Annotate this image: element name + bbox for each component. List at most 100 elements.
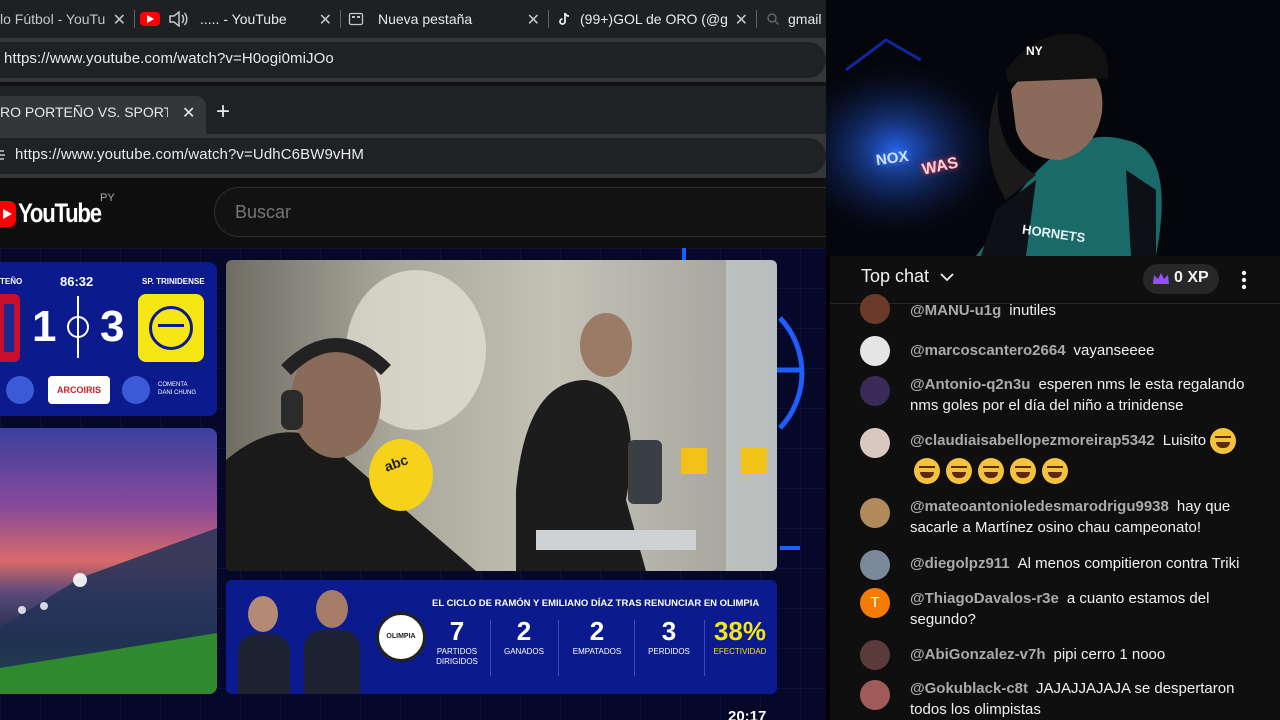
tab-youtube-audio[interactable]: ..... - YouTube ✕ — [136, 0, 340, 38]
olimpia-badge: OLIMPIA — [376, 612, 426, 662]
sponsor-logo: ARCOIRIS — [48, 376, 110, 404]
new-tab-button[interactable]: + — [216, 98, 230, 126]
stat-lost: 3 PERDIDOS — [640, 616, 698, 656]
chat-author[interactable]: @ThiagoDavalos-r3e — [910, 590, 1059, 607]
studio-camera-feed: abc — [226, 260, 777, 571]
chat-message: T @ThiagoDavalos-r3e a cuanto estamos del… — [830, 588, 1280, 634]
chat-message: @diegolpz911 Al menos compitieron contra … — [830, 550, 1280, 580]
video-player[interactable]: TEÑO 86:32 SP. TRINIDENSE 1 3 ARCOIRIS C… — [0, 248, 826, 720]
stats-panel: OLIMPIA EL CICLO DE RAMÓN Y EMILIANO DÍA… — [226, 580, 777, 694]
streamer-webcam: NOX WAS NY HORNETS — [826, 0, 1280, 256]
search-box[interactable] — [214, 187, 854, 237]
stat-value: 2 — [589, 616, 605, 646]
tab-match[interactable]: RO PORTEÑO VS. SPORTIVO T ✕ — [0, 96, 206, 134]
commentator-role: COMENTA — [158, 382, 188, 388]
stat-label: EMPATADOS — [572, 647, 622, 656]
address-url[interactable]: https://www.youtube.com/watch?v=UdhC6BW9… — [15, 146, 364, 163]
away-team-crest — [138, 294, 204, 362]
address-url[interactable]: https://www.youtube.com/watch?v=H0ogi0mi… — [4, 50, 334, 67]
tab-label: RO PORTEÑO VS. SPORTIVO T — [0, 104, 168, 120]
avatar[interactable] — [860, 498, 890, 528]
stat-label: GANADOS — [503, 647, 544, 656]
chat-mode-label: Top chat — [861, 266, 930, 286]
avatar[interactable] — [860, 294, 890, 324]
avatar[interactable]: T — [860, 588, 890, 618]
avatar[interactable] — [860, 428, 890, 458]
commentator-name: DANI CHUNG — [158, 390, 197, 396]
chat-message: @claudiaisabellopezmoreirap5342 Luisito — [830, 428, 1280, 490]
close-icon[interactable]: ✕ — [319, 10, 332, 30]
youtube-icon — [140, 12, 160, 26]
xp-badge[interactable]: 0 XP — [1143, 264, 1219, 294]
chat-text: Al menos compitieron contra Triki — [1017, 555, 1240, 572]
chat-text: Luisito — [1162, 431, 1207, 449]
rofl-emoji-icon — [978, 458, 1004, 484]
coach-emiliano-photo — [304, 586, 360, 694]
rofl-emoji-icon — [1210, 428, 1237, 454]
avatar[interactable] — [860, 640, 890, 670]
search-input[interactable] — [235, 200, 795, 224]
avatar[interactable] — [860, 336, 890, 366]
stat-won: 2 GANADOS — [498, 616, 550, 656]
tab-tiktok[interactable]: (99+)GOL de ORO (@g ✕ — [550, 0, 756, 38]
emoji-row — [914, 458, 1074, 484]
close-icon[interactable]: ✕ — [182, 103, 195, 123]
tab-new-tab[interactable]: Nueva pestaña ✕ — [342, 0, 548, 38]
site-info-icon[interactable] — [0, 147, 6, 163]
chat-author[interactable]: @MANU-u1g — [910, 302, 1001, 319]
tab-gmail-search[interactable]: gmail — [758, 0, 826, 38]
chat-author[interactable]: @marcoscantero2664 — [910, 342, 1066, 359]
chevron-down-icon — [940, 266, 954, 287]
youtube-wordmark: YouTube — [18, 198, 102, 228]
avatar[interactable] — [860, 550, 890, 580]
chat-text: pipi cerro 1 nooo — [1053, 646, 1166, 663]
chat-author[interactable]: @mateoantonioledesmarodrigu9938 — [910, 498, 1169, 515]
rofl-emoji-icon — [1042, 458, 1068, 484]
rofl-emoji-icon — [946, 458, 972, 484]
tab-label: ..... - YouTube — [200, 11, 287, 27]
home-team-name: TEÑO — [0, 277, 23, 286]
chat-mode-dropdown[interactable]: Top chat — [861, 266, 954, 287]
stat-matches: 7 PARTIDOS DIRIGIDOS — [432, 616, 482, 667]
chat-author[interactable]: @AbiGonzalez-v7h — [910, 646, 1045, 663]
chat-author[interactable]: @Gokublack-c8t — [910, 680, 1028, 697]
new-tab-icon — [348, 11, 364, 27]
score-divider — [77, 296, 79, 358]
away-team-name: SP. TRINIDENSE — [142, 277, 205, 286]
search-icon — [766, 12, 780, 26]
chat-author[interactable]: @claudiaisabellopezmoreirap5342 — [910, 432, 1155, 449]
close-icon[interactable]: ✕ — [735, 10, 748, 30]
chat-text: inutiles — [1009, 302, 1056, 319]
away-score: 3 — [100, 302, 125, 351]
address-bar[interactable]: https://www.youtube.com/watch?v=UdhC6BW9… — [0, 138, 826, 174]
chat-text: vayanseeee — [1073, 342, 1155, 359]
country-code: PY — [100, 192, 115, 204]
chat-header: Top chat 0 XP — [830, 256, 1280, 304]
close-icon[interactable]: ✕ — [113, 10, 126, 30]
chat-author[interactable]: @diegolpz911 — [910, 555, 1010, 572]
stat-label: EFECTIVIDAD — [713, 647, 767, 656]
stats-title: EL CICLO DE RAMÓN Y EMILIANO DÍAZ TRAS R… — [432, 598, 760, 609]
scoreboard: TEÑO 86:32 SP. TRINIDENSE 1 3 ARCOIRIS C… — [0, 262, 217, 416]
speaker-icon[interactable] — [168, 10, 188, 28]
youtube-play-icon — [0, 201, 16, 227]
stat-value: 7 — [449, 616, 465, 646]
narrator-avatar — [6, 376, 34, 404]
chat-message: @AbiGonzalez-v7h pipi cerro 1 nooo — [830, 640, 1280, 670]
youtube-logo[interactable]: YouTube PY — [0, 192, 115, 230]
stat-value: 3 — [661, 616, 677, 646]
live-chat: Top chat 0 XP @MANU-u1g inutiles @marcosc… — [830, 256, 1280, 720]
address-bar[interactable]: https://www.youtube.com/watch?v=H0ogi0mi… — [0, 42, 826, 78]
tab-futbol[interactable]: lo Fútbol - YouTu ✕ — [0, 0, 134, 38]
stadium-image — [0, 428, 217, 694]
chat-message: @Gokublack-c8t JAJAJJAJAJA se despertaron… — [830, 678, 1280, 720]
close-icon[interactable]: ✕ — [527, 10, 540, 30]
rofl-emoji-icon — [1010, 458, 1036, 484]
tiktok-icon — [556, 11, 572, 27]
home-score: 1 — [32, 302, 57, 351]
rofl-emoji-icon — [914, 458, 940, 484]
avatar[interactable] — [860, 376, 890, 406]
chat-author[interactable]: @Antonio-q2n3u — [910, 376, 1030, 393]
avatar[interactable] — [860, 680, 890, 710]
more-options-icon[interactable] — [1234, 268, 1254, 292]
